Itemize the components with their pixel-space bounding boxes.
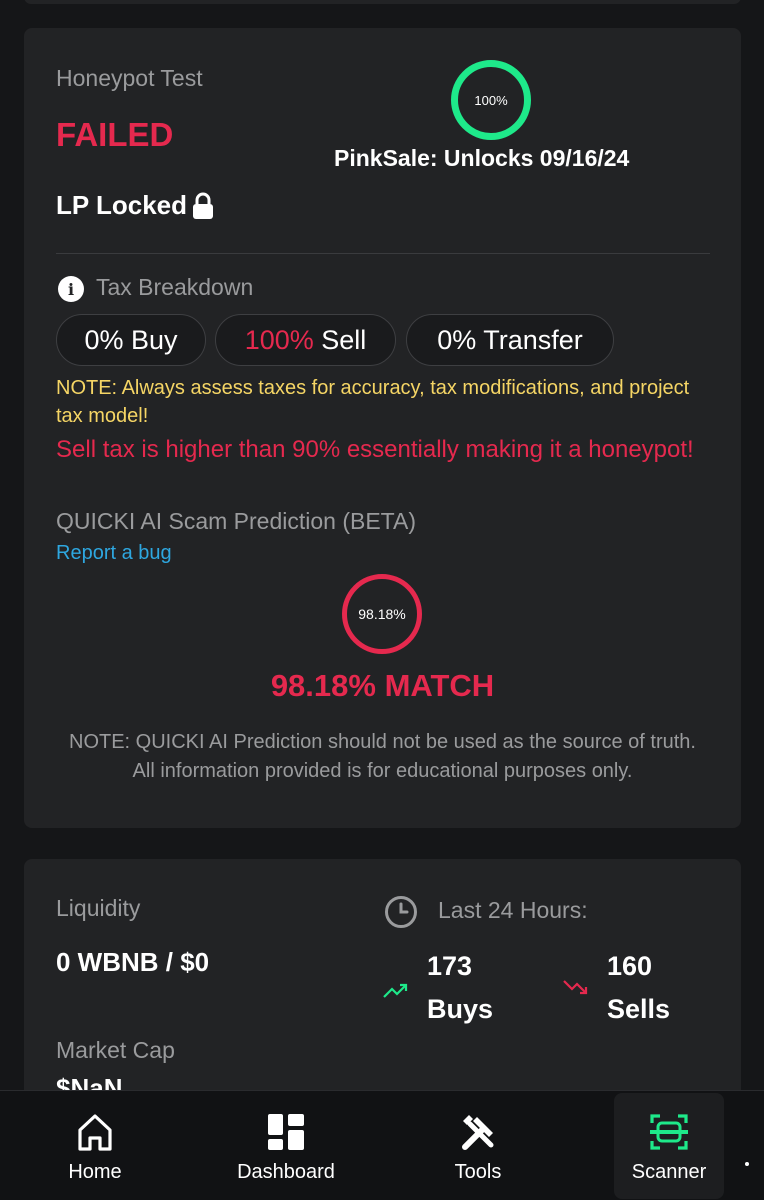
lp-locked-label: LP Locked (56, 190, 188, 220)
lock-percent-value: 100% (474, 92, 508, 108)
transfer-tax-label: Transfer (476, 324, 583, 355)
buys-count: 173 (427, 951, 473, 981)
sells-count: 160 (607, 951, 653, 981)
nav-dashboard-label: Dashboard (237, 1161, 335, 1183)
tax-note: NOTE: Always assess taxes for accuracy, … (56, 377, 690, 427)
lp-locked: LP Locked (56, 190, 215, 221)
bottom-nav: Home Dashboard Tools Scanner (0, 1090, 764, 1200)
clock-icon (385, 896, 417, 928)
status-dot (745, 1162, 749, 1166)
last-24h-label: Last 24 Hours: (438, 897, 588, 923)
buy-tax-pill: 0% Buy (56, 314, 206, 366)
home-icon (78, 1114, 112, 1151)
nav-home-label: Home (68, 1161, 122, 1183)
scanner-icon (650, 1114, 688, 1150)
unlock-info: PinkSale: Unlocks 09/16/24 (334, 145, 630, 171)
tools-icon (462, 1115, 494, 1150)
previous-card (24, 0, 741, 4)
ai-disclaimer: NOTE: QUICKI AI Prediction should not be… (69, 731, 696, 782)
ai-match-text: 98.18% MATCH (270, 668, 495, 703)
tax-breakdown-title: Tax Breakdown (96, 274, 254, 300)
info-icon[interactable]: i (58, 276, 84, 302)
nav-scanner-label: Scanner (631, 1161, 707, 1183)
nav-home[interactable]: Home (45, 1091, 145, 1200)
sells-label: Sells (607, 994, 671, 1024)
dashboard-icon (268, 1114, 304, 1150)
lock-percent-ring: 100% (451, 60, 531, 140)
trending-up-icon (383, 983, 408, 998)
nav-scanner[interactable]: Scanner (614, 1093, 724, 1199)
honeypot-label: Honeypot Test (56, 65, 203, 91)
sell-tax-label: Sell (313, 324, 367, 355)
report-bug-link[interactable]: Report a bug (56, 542, 172, 565)
market-cap-label: Market Cap (56, 1037, 175, 1063)
market-card: Liquidity 0 WBNB / $0 Last 24 Hours: 173… (24, 859, 741, 1119)
security-card: Honeypot Test FAILED LP Locked 100% Pink… (24, 28, 741, 828)
buys-label: Buys (427, 994, 494, 1024)
divider (56, 253, 710, 254)
buy-tax-label: Buy (123, 324, 178, 355)
nav-dashboard[interactable]: Dashboard (226, 1091, 346, 1200)
sell-tax-pill: 100% Sell (215, 314, 396, 366)
honeypot-status: FAILED (56, 116, 174, 153)
nav-tools[interactable]: Tools (430, 1091, 526, 1200)
trending-down-icon (563, 980, 588, 995)
ai-prediction-title: QUICKI AI Scam Prediction (BETA) (56, 508, 417, 534)
liquidity-label: Liquidity (56, 895, 141, 921)
buy-tax-value: 0% (84, 324, 124, 355)
sell-tax-value: 100% (244, 324, 314, 355)
liquidity-value: 0 WBNB / $0 (56, 947, 210, 977)
transfer-tax-pill: 0% Transfer (406, 314, 614, 366)
honeypot-warning: Sell tax is higher than 90% essentially … (56, 436, 694, 463)
ai-score-value: 98.18% (358, 606, 406, 622)
ai-score-ring: 98.18% (342, 574, 422, 654)
transfer-tax-value: 0% (437, 324, 477, 355)
nav-tools-label: Tools (454, 1161, 502, 1183)
lock-icon (193, 192, 214, 219)
